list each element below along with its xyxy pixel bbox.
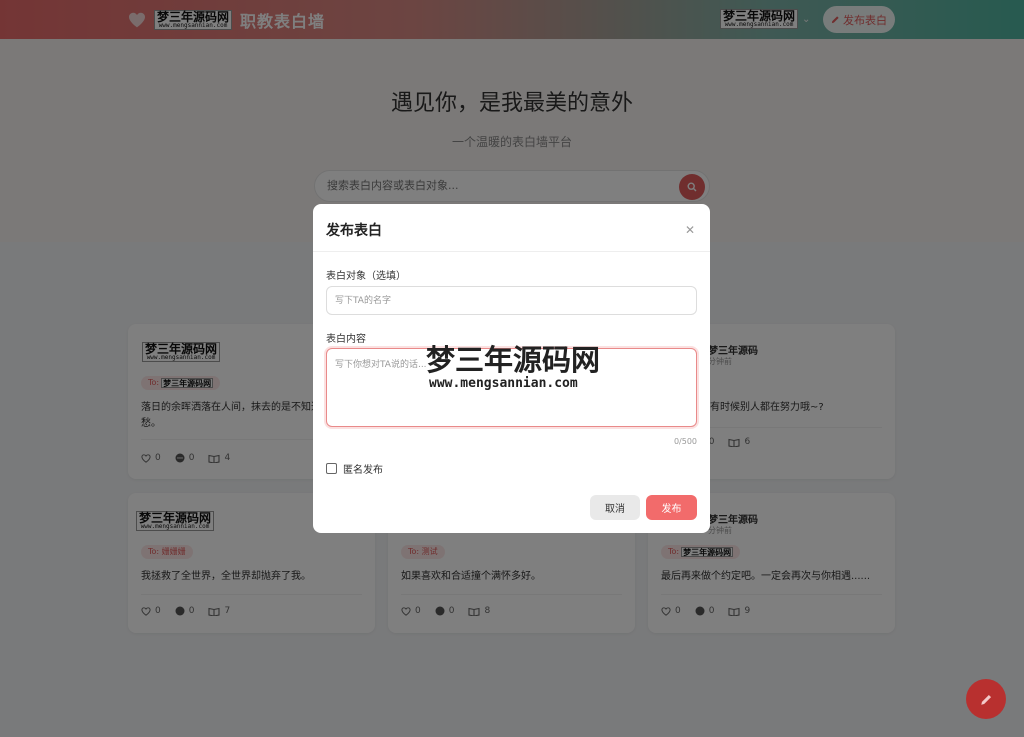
pencil-icon: [980, 694, 991, 705]
cancel-button[interactable]: 取消: [590, 495, 640, 520]
publish-button[interactable]: 发布: [646, 495, 697, 520]
modal-title: 发布表白: [326, 223, 382, 239]
target-name-input[interactable]: [326, 286, 697, 315]
close-icon[interactable]: ✕: [683, 223, 697, 237]
anonymous-label: 匿名发布: [343, 465, 383, 476]
content-textarea[interactable]: [326, 348, 697, 427]
publish-modal: 发布表白 ✕ 表白对象（选填） 表白内容 0/500 匿名发布 取消 发布: [313, 204, 710, 533]
char-counter: 0/500: [673, 437, 697, 446]
floating-write-button[interactable]: [966, 679, 1006, 719]
modal-divider: [313, 251, 710, 252]
target-label: 表白对象（选填）: [326, 271, 406, 282]
content-label: 表白内容: [326, 334, 366, 345]
anonymous-option[interactable]: 匿名发布: [326, 461, 383, 476]
anonymous-checkbox[interactable]: [326, 463, 337, 474]
